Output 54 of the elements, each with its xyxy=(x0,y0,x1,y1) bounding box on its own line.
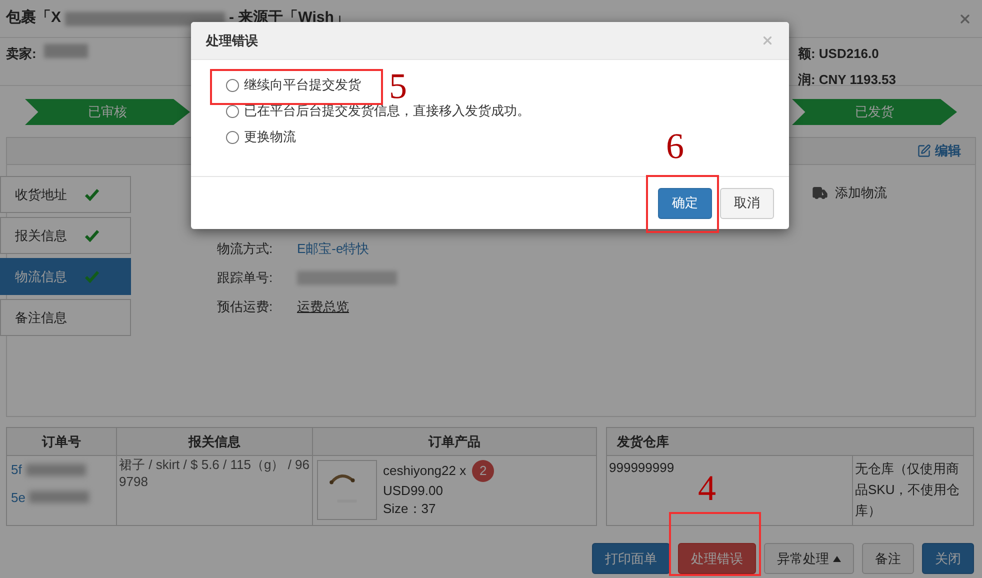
field-label: 跟踪单号: xyxy=(217,269,274,288)
blurred-text xyxy=(26,464,86,476)
check-icon xyxy=(85,188,99,200)
radio-button[interactable] xyxy=(226,104,239,118)
action-button[interactable]: 处理错误 xyxy=(678,543,756,574)
side-tab[interactable]: 物流信息 xyxy=(0,258,131,295)
action-button[interactable]: 异常处理 xyxy=(764,543,854,574)
edit-icon xyxy=(917,144,931,158)
order-total: 额: USD216.0 xyxy=(798,45,880,63)
product-name: ceshiyong22 x xyxy=(383,462,466,480)
blurred-text xyxy=(44,44,88,58)
dialog-title: 包裹「X xyxy=(6,8,62,28)
quantity-badge: 2 xyxy=(472,460,494,482)
field-label: 物流方式: xyxy=(217,240,274,258)
column-header: 报关信息 xyxy=(117,428,313,455)
add-logistics-link[interactable]: 添加物流 xyxy=(835,183,887,202)
modal-title: 处理错误 xyxy=(206,32,258,50)
side-tab[interactable]: 报关信息 xyxy=(0,217,131,254)
modal-button[interactable]: 确定 xyxy=(658,188,712,218)
order-number[interactable]: 5e xyxy=(11,488,26,507)
step-number: 4 xyxy=(698,468,716,508)
edit-button[interactable]: 编辑 xyxy=(917,141,961,161)
progress-step: 已发货 xyxy=(792,99,957,125)
check-icon xyxy=(85,230,99,242)
warehouse-note: 无仓库（仅使用商品SKU，不使用仓库） xyxy=(854,460,961,520)
field-label: 预估运费: xyxy=(217,298,274,316)
column-header: 订单产品 xyxy=(427,432,482,451)
customs-info: 裙子 / skirt / $ 5.6 / 115（g） / 969798 xyxy=(117,456,313,525)
side-tab[interactable]: 收货地址 xyxy=(0,176,131,213)
check-icon xyxy=(85,270,99,282)
product-size: Size：37 xyxy=(383,500,437,518)
action-button[interactable]: 关闭 xyxy=(922,543,974,574)
step-number: 6 xyxy=(666,126,684,166)
column-header: 发货仓库 xyxy=(617,432,669,451)
option-label: 继续向平台提交发货 xyxy=(244,76,361,94)
caret-icon xyxy=(833,556,841,562)
modal-button[interactable]: 取消 xyxy=(720,188,774,218)
shipping-method-link[interactable]: E邮宝-e特快 xyxy=(297,239,370,259)
column-header: 订单号 xyxy=(7,428,117,455)
seller-label: 卖家: xyxy=(6,45,36,63)
option-label: 更换物流 xyxy=(244,128,296,146)
action-button[interactable]: 备注 xyxy=(862,543,914,574)
progress-step: 已审核 xyxy=(25,99,190,125)
shipping-fee-link[interactable]: 运费总览 xyxy=(297,297,349,317)
radio-button[interactable] xyxy=(226,78,239,92)
truck-icon xyxy=(811,184,829,201)
action-button[interactable]: 打印面单 xyxy=(592,543,670,574)
order-profit: 润: CNY 1193.53 xyxy=(798,70,896,88)
close-icon[interactable] xyxy=(958,12,972,26)
order-number[interactable]: 5f xyxy=(11,460,22,480)
product-price: USD99.00 xyxy=(383,482,444,500)
blurred-text xyxy=(29,491,90,504)
radio-button[interactable] xyxy=(226,130,239,144)
side-tab[interactable]: 备注信息 xyxy=(0,299,131,336)
